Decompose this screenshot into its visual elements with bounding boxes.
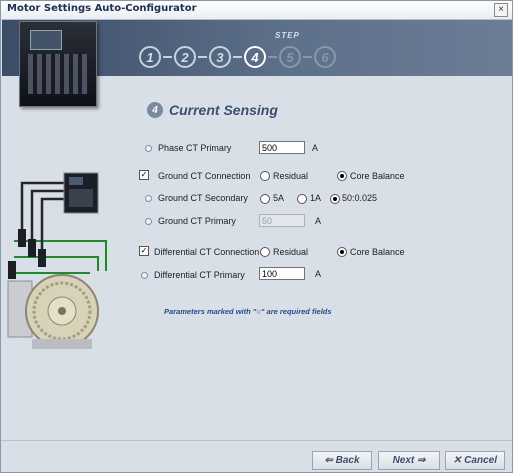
step-2: 2 (174, 46, 196, 68)
secondary-5a-radio[interactable] (260, 194, 270, 204)
window-title: Motor Settings Auto-Configurator (7, 3, 197, 14)
differential-core-balance-label: Core Balance (350, 247, 405, 257)
section-number-badge: 4 (147, 102, 163, 118)
ground-residual-radio[interactable] (260, 171, 270, 181)
ground-ct-connection-label: Ground CT Connection (158, 171, 251, 181)
step-connector (303, 56, 312, 58)
step-4-current: 4 (244, 46, 266, 68)
required-field-marker (145, 195, 152, 202)
required-field-marker (145, 145, 152, 152)
required-fields-note: Parameters marked with "○" are required … (164, 307, 332, 316)
close-icon[interactable]: × (494, 3, 508, 17)
secondary-5a-label: 5A (273, 193, 285, 203)
step-indicator: 1 2 3 4 5 6 (139, 45, 336, 69)
step-1: 1 (139, 46, 161, 68)
phase-ct-unit: A (312, 143, 319, 153)
secondary-50-0025-label: 50:0.025 (342, 193, 378, 203)
differential-ct-connection-checkbox[interactable]: ✓ (139, 246, 149, 256)
cancel-button[interactable]: ✕ Cancel (445, 451, 505, 470)
step-6: 6 (314, 46, 336, 68)
step-connector (268, 56, 277, 58)
secondary-1a-radio[interactable] (297, 194, 307, 204)
ground-residual-label: Residual (273, 171, 309, 181)
ground-ct-unit: A (315, 216, 322, 226)
title-bar: Motor Settings Auto-Configurator × (1, 1, 512, 20)
wizard-window: Motor Settings Auto-Configurator × STEP … (0, 0, 513, 473)
step-3: 3 (209, 46, 231, 68)
differential-residual-label: Residual (273, 247, 309, 257)
differential-core-balance-radio[interactable] (337, 247, 347, 257)
relay-device-image (19, 21, 97, 107)
step-5: 5 (279, 46, 301, 68)
ground-core-balance-label: Core Balance (350, 171, 405, 181)
relay-keypad (28, 54, 88, 94)
ground-ct-connection-checkbox[interactable]: ✓ (139, 170, 149, 180)
required-field-marker (141, 272, 148, 279)
ground-ct-secondary-label: Ground CT Secondary (158, 193, 248, 203)
ground-core-balance-radio[interactable] (337, 171, 347, 181)
differential-ct-primary-input[interactable]: 100 (259, 267, 305, 280)
section-title: Current Sensing (169, 102, 278, 118)
section-heading: 4 Current Sensing (147, 102, 278, 118)
phase-ct-primary-label: Phase CT Primary (158, 143, 232, 153)
differential-residual-radio[interactable] (260, 247, 270, 257)
required-field-marker (145, 218, 152, 225)
ground-ct-primary-input[interactable]: 50 (259, 214, 305, 227)
secondary-50-0025-radio[interactable] (330, 194, 340, 204)
differential-ct-unit: A (315, 269, 322, 279)
phase-ct-primary-input[interactable]: 500 (259, 141, 305, 154)
footer-divider (1, 440, 512, 441)
ground-ct-primary-label: Ground CT Primary (158, 216, 236, 226)
next-button[interactable]: Next ⇒ (378, 451, 440, 470)
step-label: STEP (275, 31, 300, 40)
step-connector (163, 56, 172, 58)
step-connector (198, 56, 207, 58)
differential-ct-connection-label: Differential CT Connection (154, 247, 260, 257)
back-button[interactable]: ⇐ Back (312, 451, 372, 470)
relay-screen (30, 30, 62, 50)
step-connector (233, 56, 242, 58)
secondary-1a-label: 1A (310, 193, 322, 203)
motor-wiring-illustration (2, 171, 130, 356)
differential-ct-primary-label: Differential CT Primary (154, 270, 245, 280)
